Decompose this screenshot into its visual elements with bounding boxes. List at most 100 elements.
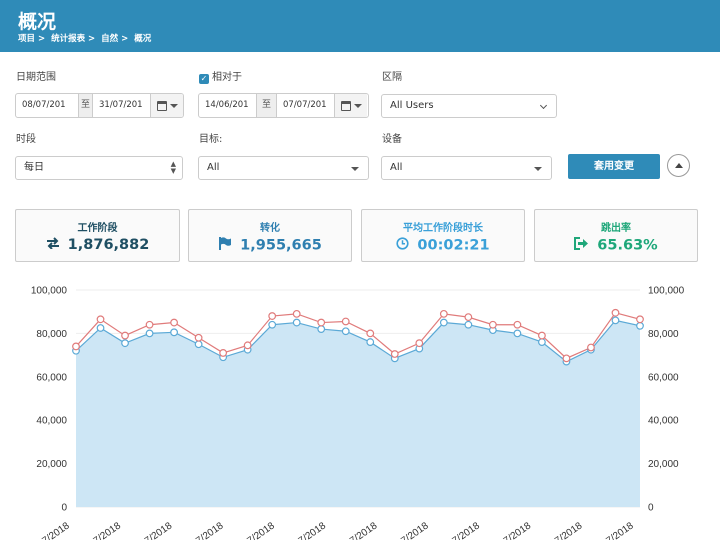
data-point-series-2 [317, 318, 326, 327]
segment-label: 区隔 [382, 72, 402, 83]
sign-out-icon [574, 237, 589, 254]
data-point-series-2 [439, 309, 448, 318]
chart-series [72, 308, 644, 507]
y-tick-label-right: 80,000 [648, 329, 679, 340]
kpi-name: 跳出率 [601, 223, 631, 234]
y-tick-label-left: 100,000 [31, 286, 68, 297]
compare-from-input[interactable]: 14/06/201 [199, 94, 256, 117]
kpi-name: 工作阶段 [77, 223, 118, 234]
x-tick-label: 07/2018 [87, 520, 123, 540]
data-point-series-1 [268, 320, 277, 329]
data-point-series-2 [587, 343, 595, 352]
data-point-series-2 [488, 320, 497, 329]
sort-arrows-icon: ▲ ▼ [170, 160, 176, 175]
calendar-icon [340, 100, 351, 111]
kpi-value: 00:02:21 [417, 237, 490, 254]
data-point-series-2 [611, 308, 620, 317]
data-point-series-2 [96, 315, 105, 324]
kpi-card-sessions[interactable]: 工作阶段 1,876,882 [15, 209, 180, 262]
data-point-series-2 [292, 309, 301, 318]
checkbox-checked-icon[interactable]: ✓ [199, 74, 209, 84]
segment-select[interactable]: All Users [381, 94, 557, 118]
page-title: 概况 [18, 11, 57, 33]
data-point-series-1 [611, 316, 620, 325]
data-point-series-1 [636, 321, 644, 330]
kpi-value-row: 1,876,882 [16, 237, 179, 253]
kpi-value-row: 00:02:21 [362, 237, 524, 254]
kpi-value: 65.63% [597, 237, 658, 254]
caret-down-icon [169, 103, 178, 108]
data-point-series-1 [464, 320, 473, 329]
data-point-series-2 [562, 354, 571, 363]
date-range-picker: 08/07/201 至 31/07/201 [15, 93, 184, 118]
data-point-series-2 [636, 315, 644, 324]
kpi-value: 1,955,665 [240, 237, 322, 254]
chevron-up-icon [675, 163, 683, 168]
goal-select[interactable]: All [198, 156, 369, 180]
y-tick-label-right: 100,000 [648, 286, 685, 297]
compare-toggle[interactable]: ✓ 相对于 [199, 68, 242, 84]
compare-to-input[interactable]: 07/07/201 [277, 94, 334, 117]
x-tick-label: 07/2018 [446, 520, 482, 540]
period-select[interactable]: 每日 ▲ ▼ [15, 156, 183, 180]
y-tick-label-right: 20,000 [648, 459, 679, 470]
caret-down-icon [534, 167, 542, 171]
x-tick-label: 07/2018 [600, 520, 636, 540]
y-tick-label-right: 40,000 [648, 416, 679, 427]
x-tick-label: 07/2018 [241, 520, 277, 540]
data-point-series-2 [415, 339, 424, 348]
period-label: 时段 [16, 134, 36, 145]
data-point-series-1 [439, 318, 448, 327]
data-point-series-2 [121, 331, 129, 340]
kpi-card-avg-session-duration[interactable]: 平均工作阶段时长 00:02:21 [361, 209, 525, 262]
calendar-button[interactable] [150, 94, 183, 117]
kpi-value: 1,876,882 [67, 237, 150, 253]
clock-icon [396, 237, 410, 254]
apply-changes-button[interactable]: 套用变更 [568, 154, 660, 179]
y-tick-label-left: 60,000 [36, 372, 67, 383]
breadcrumb-item[interactable]: 统计报表 > [51, 34, 95, 44]
kpi-card-bounce-rate[interactable]: 跳出率 65.63% [534, 209, 698, 262]
device-select[interactable]: All [381, 156, 552, 180]
compare-range-picker: 14/06/201 至 07/07/201 [198, 93, 369, 118]
goal-label: 目标: [199, 134, 223, 145]
x-tick-label: 07/2018 [292, 520, 328, 540]
breadcrumb-item[interactable]: 自然 > [101, 34, 128, 44]
data-point-series-2 [72, 342, 80, 351]
kpi-card-conversions[interactable]: 转化 1,955,665 [188, 209, 352, 262]
compare-calendar-button[interactable] [334, 94, 367, 117]
data-point-series-2 [243, 341, 252, 350]
period-value: 每日 [24, 162, 44, 173]
breadcrumb-item[interactable]: 项目 > [18, 34, 45, 44]
kpi-value-row: 1,955,665 [189, 237, 351, 254]
data-point-series-2 [341, 317, 350, 326]
data-point-series-1 [538, 338, 546, 346]
data-point-series-1 [513, 329, 522, 338]
data-point-series-1 [317, 325, 326, 333]
data-point-series-2 [390, 350, 399, 358]
collapse-filters-button[interactable] [667, 154, 690, 177]
data-point-series-1 [341, 327, 350, 336]
segment-value: All Users [390, 100, 434, 111]
data-point-series-1 [170, 328, 178, 337]
y-tick-label-left: 40,000 [36, 416, 67, 427]
x-tick-label: 07/2018 [138, 520, 174, 540]
x-tick-label: 07/2018 [190, 520, 226, 540]
date-to-input[interactable]: 31/07/201 [93, 94, 150, 117]
data-point-series-1 [96, 324, 105, 332]
date-from-input[interactable]: 08/07/201 [16, 94, 78, 117]
data-point-series-1 [121, 339, 129, 348]
x-tick-label: 07/2018 [36, 520, 72, 540]
compare-range-separator: 至 [256, 94, 277, 117]
y-tick-label-left: 0 [61, 503, 67, 514]
kpi-name: 转化 [260, 223, 280, 234]
data-point-series-2 [268, 312, 277, 320]
y-tick-label-right: 60,000 [648, 372, 679, 383]
x-tick-label: 07/2018 [497, 520, 533, 540]
data-point-series-1 [292, 318, 301, 327]
date-range-separator: 至 [78, 94, 93, 117]
exchange-arrows-icon [46, 237, 60, 253]
y-tick-label-left: 20,000 [36, 459, 67, 470]
data-point-series-2 [464, 313, 473, 322]
flag-icon [218, 237, 232, 254]
